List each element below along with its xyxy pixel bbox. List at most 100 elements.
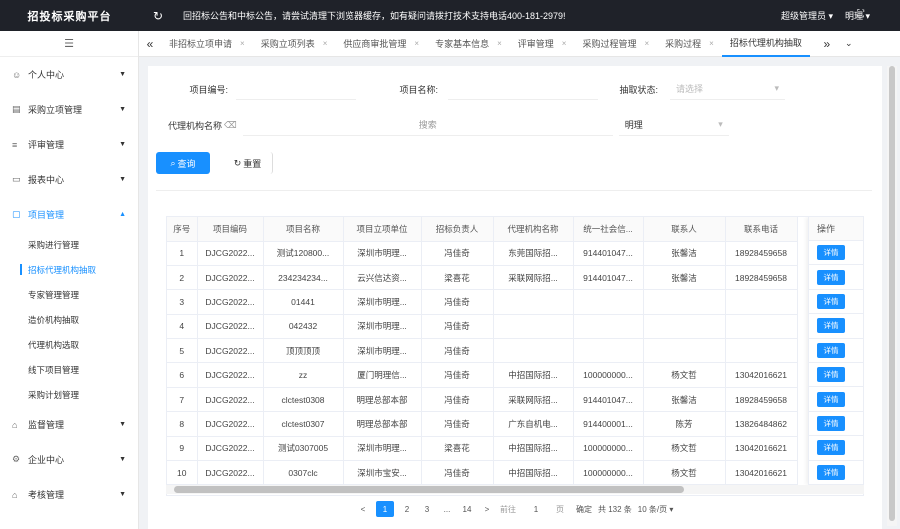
tab-label: 非招标立项申请 [169,39,233,49]
detail-button[interactable]: 详情 [817,269,845,285]
table-cell: 4 [167,314,198,340]
reset-button-label: 重置 [243,158,262,169]
notice-text: 回招标公告和中标公告，请尝试清理下浏览器缓存，如有疑问请拨打技术支持电话400-… [183,11,566,21]
sub-item-expert[interactable]: 专家管理管理 [0,282,138,307]
tab-label: 采购过程 [665,39,702,49]
detail-button[interactable]: 详情 [817,245,845,261]
detail-button[interactable]: 详情 [817,440,845,456]
prev-page-button[interactable]: < [356,501,370,517]
confirm-button[interactable]: 确定 [576,504,592,515]
detail-button[interactable]: 详情 [817,342,845,358]
project-no-row: 项目编号: [178,78,356,100]
sidebar-item-assessment[interactable]: ⌂ 考核管理 ▼ [0,477,138,512]
menu-toggle-icon[interactable]: ☰ [0,31,138,57]
table-cell: 10 [167,460,198,486]
chevron-down-icon: ▼ [119,106,126,113]
close-icon[interactable]: × [323,39,328,48]
table-cell [493,338,574,364]
table-cell: 梁喜花 [421,436,494,462]
scrollbar-thumb[interactable] [889,66,895,521]
close-icon[interactable]: × [562,39,567,48]
detail-button[interactable]: 详情 [817,391,845,407]
sidebar-item-supervision[interactable]: ⌂ 监督管理 ▼ [0,407,138,442]
fullscreen-icon[interactable]: ⛶ [857,9,864,20]
sidebar-item-enterprise[interactable]: ⚙ 企业中心 ▼ [0,442,138,477]
tab-item[interactable]: 采购过程管理 × [574,31,657,57]
table-cell: 深圳市明理... [343,436,422,462]
reset-button[interactable]: ↻ 重置 [223,152,273,174]
detail-button[interactable]: 详情 [817,293,845,309]
tab-active[interactable]: 招标代理机构抽取 [721,31,810,57]
role-dropdown[interactable]: 超级管理员 ▾ [781,9,833,22]
table-cell: 杨文哲 [643,362,726,388]
status-row: 抽取状态: 请选择 ▾ [608,78,785,100]
table-cell: 234234234... [263,265,344,291]
tab-item[interactable]: 采购立项列表 × [253,31,336,57]
table-cell: 18928459658 [725,241,798,266]
table-cell: 测试120800... [263,241,344,266]
vertical-scrollbar[interactable] [887,66,897,526]
sidebar-item-procurement[interactable]: ▤ 采购立项管理 ▼ [0,92,138,127]
action-cell: 详情 [809,387,863,412]
manager-select[interactable]: 明理 ▾ [618,114,729,136]
goto-label: 前往 [500,504,516,514]
sub-item-plan[interactable]: 采购计划管理 [0,382,138,407]
page-button-2[interactable]: 2 [400,501,414,517]
project-name-label: 项目名称: [399,84,438,95]
refresh-icon[interactable]: ↻ [153,9,169,23]
sub-item-cost[interactable]: 造价机构抽取 [0,307,138,332]
search-button[interactable]: ⌕ 查询 [156,152,210,174]
tab-next-icon[interactable]: » [816,37,838,51]
sub-item-agency-select[interactable]: 代理机构选取 [0,332,138,357]
next-page-button[interactable]: > [480,501,494,517]
table-cell: 中招国际招... [493,362,574,388]
detail-button[interactable]: 详情 [817,318,845,334]
agency-select[interactable]: 搜索 [242,114,613,136]
project-name-input[interactable] [448,78,598,100]
tab-label: 专家基本信息 [435,39,490,49]
table-cell [573,314,644,340]
edit-icon: ⌫ [224,119,237,130]
project-no-input[interactable] [236,78,356,100]
table-cell: 01441 [263,289,344,315]
table-cell [573,338,644,364]
tab-prev-icon[interactable]: « [139,37,161,51]
table-cell: 冯佳奇 [421,314,494,340]
tab-item[interactable]: 采购过程 × [657,31,722,57]
close-icon[interactable]: × [709,39,714,48]
close-icon[interactable]: × [497,39,502,48]
tab-item[interactable]: 供应商审批管理 × [335,31,427,57]
tab-item[interactable]: 评审管理 × [510,31,575,57]
sidebar-item-reports[interactable]: ▭ 报表中心 ▼ [0,162,138,197]
page-button-1[interactable]: 1 [376,501,394,517]
table-row: 5 DJCG2022... 顶顶顶顶 深圳市明理... 冯佳奇 [167,338,798,364]
close-icon[interactable]: × [414,39,419,48]
sub-item-agency-extract[interactable]: 招标代理机构抽取 [0,257,138,282]
page-button-3[interactable]: 3 [420,501,434,517]
sub-item-offline[interactable]: 线下项目管理 [0,357,138,382]
sidebar-item-project[interactable]: ▢ 项目管理 ▲ [0,197,138,232]
table-cell: 杨文哲 [643,460,726,486]
tab-item[interactable]: 非招标立项申请 × [161,31,253,57]
detail-button[interactable]: 详情 [817,367,845,383]
detail-button[interactable]: 详情 [817,464,845,480]
table-cell [643,314,726,340]
sub-item-purchase[interactable]: 采购进行管理 [0,232,138,257]
goto-page-input[interactable]: 1 [522,501,550,517]
tab-item[interactable]: 专家基本信息 × [427,31,510,57]
sidebar-item-review[interactable]: ≡ 评审管理 ▼ [0,127,138,162]
action-cell: 详情 [809,314,863,339]
page-button-14[interactable]: 14 [460,501,474,517]
status-select[interactable]: 请选择 ▾ [670,78,785,100]
column-header: 招标负责人 [421,217,494,242]
chevron-down-icon[interactable]: ⌄ [838,38,860,49]
page-size-select[interactable]: 10 条/页 ▾ [638,504,674,515]
sidebar-item-personal[interactable]: ☺ 个人中心 ▼ [0,57,138,92]
page-ellipsis[interactable]: ... [440,501,454,517]
close-icon[interactable]: × [644,39,649,48]
scrollbar-thumb[interactable] [174,486,684,493]
horizontal-scrollbar[interactable] [166,485,864,494]
table-cell: 8 [167,411,198,437]
close-icon[interactable]: × [240,39,245,48]
detail-button[interactable]: 详情 [817,415,845,431]
